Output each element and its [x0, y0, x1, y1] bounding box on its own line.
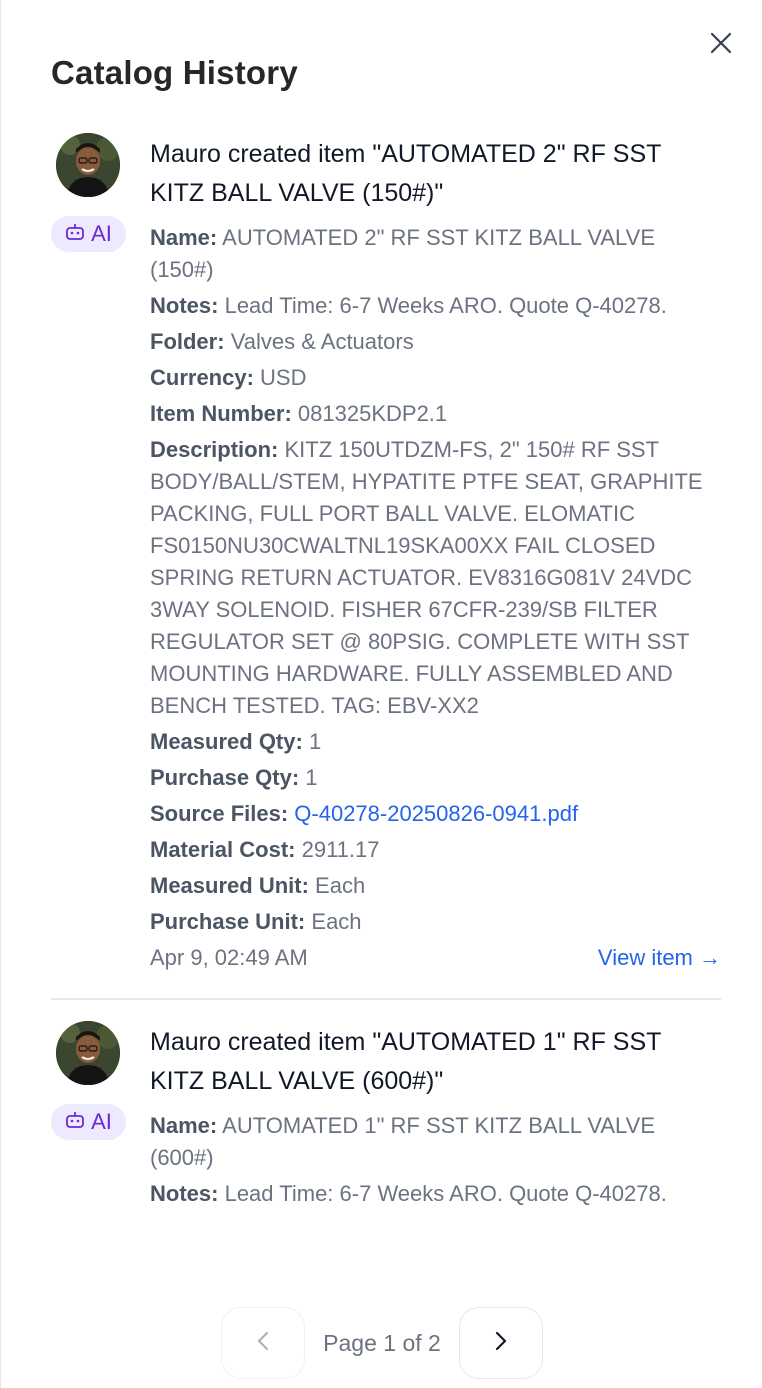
- entry-user: Mauro: [150, 140, 221, 168]
- field-name: Name: AUTOMATED 1" RF SST KITZ BALL VALV…: [150, 1110, 721, 1174]
- history-entry: AI Mauro created item "AUTOMATED 2" RF S…: [1, 120, 762, 974]
- field-value: 2911.17: [301, 837, 380, 862]
- field-value: Lead Time: 6-7 Weeks ARO. Quote Q-40278.: [224, 1181, 667, 1206]
- field-purchase-unit: Purchase Unit: Each: [150, 906, 721, 938]
- next-page-button[interactable]: [458, 1307, 543, 1379]
- page-indicator: Page 1 of 2: [323, 1329, 441, 1356]
- field-source-files: Source Files: Q-40278-20250826-0941.pdf: [150, 798, 721, 830]
- prev-page-button[interactable]: [221, 1307, 306, 1379]
- field-key: Material Cost:: [150, 837, 296, 862]
- field-measured-qty: Measured Qty: 1: [150, 726, 721, 758]
- field-key: Name:: [150, 1113, 218, 1138]
- field-value: Lead Time: 6-7 Weeks ARO. Quote Q-40278.: [224, 293, 667, 318]
- field-value: AUTOMATED 2" RF SST KITZ BALL VALVE (150…: [150, 225, 656, 282]
- field-key: Purchase Qty:: [150, 765, 300, 790]
- field-key: Measured Unit:: [150, 873, 309, 898]
- field-value: KITZ 150UTDZM-FS, 2" 150# RF SST BODY/BA…: [150, 437, 703, 718]
- field-key: Notes:: [150, 1181, 219, 1206]
- close-button[interactable]: [705, 29, 737, 61]
- chevron-right-icon: [494, 1330, 508, 1357]
- field-key: Currency:: [150, 365, 254, 390]
- view-item-link[interactable]: View item →: [598, 942, 721, 974]
- field-measured-unit: Measured Unit: Each: [150, 870, 721, 902]
- field-item-number: Item Number: 081325KDP2.1: [150, 398, 721, 430]
- field-purchase-qty: Purchase Qty: 1: [150, 762, 721, 794]
- field-value: Each: [311, 909, 362, 934]
- field-key: Item Number:: [150, 401, 292, 426]
- ai-badge-label: AI: [91, 1109, 112, 1134]
- field-currency: Currency: USD: [150, 362, 721, 394]
- robot-icon: [65, 221, 85, 247]
- field-value: USD: [260, 365, 307, 390]
- ai-badge: AI: [51, 1104, 126, 1140]
- pagination: Page 1 of 2: [1, 1307, 762, 1379]
- field-key: Folder:: [150, 329, 225, 354]
- ai-badge: AI: [51, 216, 126, 252]
- history-list[interactable]: AI Mauro created item "AUTOMATED 2" RF S…: [1, 120, 762, 1292]
- close-icon: [710, 32, 732, 59]
- field-value: 1: [308, 729, 322, 754]
- entry-action: created item "AUTOMATED 2" RF SST KITZ B…: [150, 140, 661, 207]
- history-entry: AI Mauro created item "AUTOMATED 1" RF S…: [1, 1008, 762, 1210]
- entry-headline: Mauro created item "AUTOMATED 1" RF SST …: [150, 1008, 721, 1101]
- field-notes: Notes: Lead Time: 6-7 Weeks ARO. Quote Q…: [150, 290, 721, 322]
- robot-icon: [65, 1109, 85, 1135]
- field-value: Valves & Actuators: [230, 329, 414, 354]
- entry-meta: Apr 9, 02:49 AM View item →: [150, 942, 721, 974]
- field-key: Measured Qty:: [150, 729, 303, 754]
- field-folder: Folder: Valves & Actuators: [150, 326, 721, 358]
- source-file-link[interactable]: Q-40278-20250826-0941.pdf: [294, 801, 578, 826]
- field-key: Source Files:: [150, 801, 289, 826]
- avatar: [56, 133, 120, 197]
- entry-headline: Mauro created item "AUTOMATED 2" RF SST …: [150, 120, 721, 213]
- field-value: AUTOMATED 1" RF SST KITZ BALL VALVE (600…: [150, 1113, 656, 1170]
- field-notes: Notes: Lead Time: 6-7 Weeks ARO. Quote Q…: [150, 1178, 721, 1210]
- field-key: Description:: [150, 437, 279, 462]
- entry-fields: Name: AUTOMATED 2" RF SST KITZ BALL VALV…: [150, 222, 721, 938]
- field-value: Each: [315, 873, 366, 898]
- field-description: Description: KITZ 150UTDZM-FS, 2" 150# R…: [150, 434, 721, 722]
- field-value: 1: [305, 765, 318, 790]
- field-name: Name: AUTOMATED 2" RF SST KITZ BALL VALV…: [150, 222, 721, 286]
- entry-fields: Name: AUTOMATED 1" RF SST KITZ BALL VALV…: [150, 1110, 721, 1210]
- entry-user: Mauro: [150, 1028, 221, 1056]
- ai-badge-label: AI: [91, 221, 112, 246]
- entry-action: created item "AUTOMATED 1" RF SST KITZ B…: [150, 1028, 661, 1095]
- field-key: Notes:: [150, 293, 219, 318]
- entry-divider: [51, 998, 721, 1000]
- field-key: Name:: [150, 225, 218, 250]
- avatar: [56, 1021, 120, 1085]
- field-key: Purchase Unit:: [150, 909, 306, 934]
- panel-title: Catalog History: [51, 54, 298, 91]
- field-material-cost: Material Cost: 2911.17: [150, 834, 721, 866]
- entry-timestamp: Apr 9, 02:49 AM: [150, 945, 308, 970]
- catalog-history-panel: Catalog History AI Mauro created item "A…: [0, 0, 762, 1388]
- field-value: 081325KDP2.1: [297, 401, 448, 426]
- chevron-left-icon: [256, 1330, 270, 1357]
